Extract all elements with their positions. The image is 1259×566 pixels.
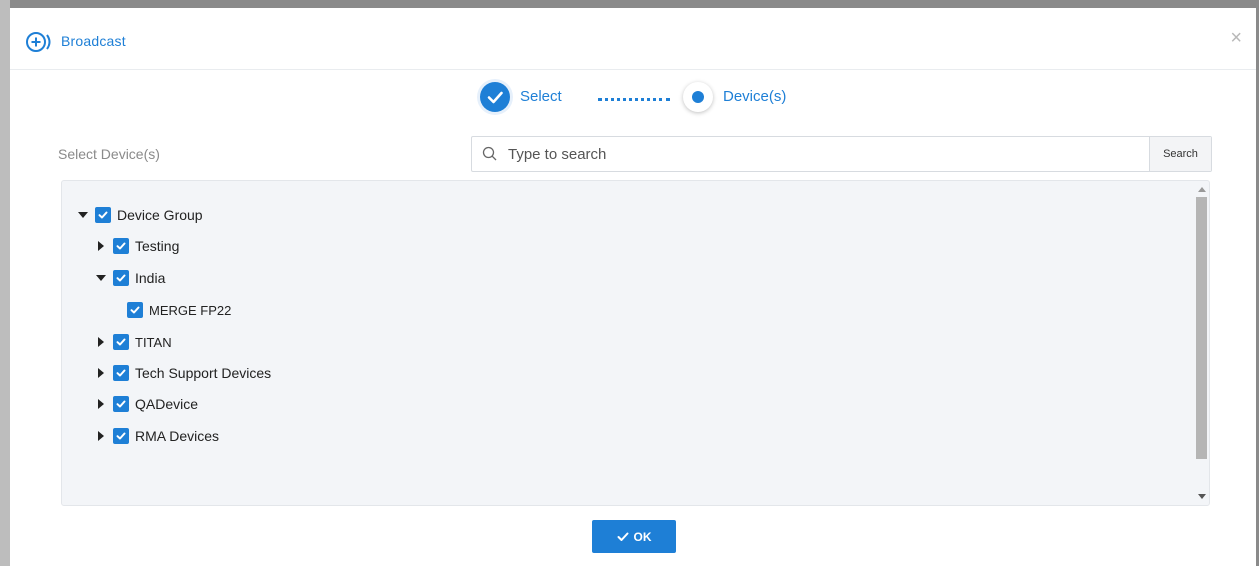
checkbox-checked-icon[interactable] xyxy=(127,302,143,318)
caret-right-icon[interactable] xyxy=(95,367,107,379)
tree-node-tech-support-devices[interactable]: Tech Support Devices xyxy=(95,363,271,383)
scroll-up-icon[interactable] xyxy=(1198,187,1206,192)
checkbox-checked-icon[interactable] xyxy=(113,396,129,412)
caret-down-icon[interactable] xyxy=(95,272,107,284)
tree-node-qadevice[interactable]: QADevice xyxy=(95,394,198,414)
modal-header: Broadcast × xyxy=(10,8,1256,70)
tree-scrollbar[interactable] xyxy=(1196,183,1208,503)
scroll-thumb[interactable] xyxy=(1196,197,1207,459)
caret-right-icon[interactable] xyxy=(95,430,107,442)
broadcast-icon xyxy=(24,30,60,54)
search-box: Search xyxy=(471,136,1212,172)
checkbox-checked-icon[interactable] xyxy=(113,270,129,286)
modal-title: Broadcast xyxy=(61,33,126,49)
select-devices-label: Select Device(s) xyxy=(58,146,160,162)
check-icon xyxy=(617,532,628,541)
tree-node-titan[interactable]: TITAN xyxy=(95,332,172,352)
tree-node-label: Tech Support Devices xyxy=(135,365,272,381)
search-input[interactable] xyxy=(508,137,1138,171)
broadcast-modal: Broadcast × Select Device(s) Select Devi… xyxy=(10,8,1256,566)
caret-down-icon[interactable] xyxy=(77,209,89,221)
caret-right-icon[interactable] xyxy=(95,336,107,348)
tree-node-merge-fp22[interactable]: MERGE FP22 xyxy=(127,300,231,320)
tree-node-label: RMA Devices xyxy=(135,428,220,444)
ok-label: OK xyxy=(633,529,652,544)
tree-node-label: India xyxy=(135,270,166,286)
search-icon xyxy=(482,146,498,162)
scroll-down-icon[interactable] xyxy=(1198,494,1206,499)
tree-node-india[interactable]: India xyxy=(95,268,165,288)
checkbox-checked-icon[interactable] xyxy=(95,207,111,223)
tree-node-label: Device Group xyxy=(117,207,203,223)
caret-right-icon[interactable] xyxy=(95,240,107,252)
search-button[interactable]: Search xyxy=(1149,137,1211,171)
stepper: Select Device(s) xyxy=(480,80,800,120)
checkbox-checked-icon[interactable] xyxy=(113,334,129,350)
close-button[interactable]: × xyxy=(1230,28,1242,48)
caret-right-icon[interactable] xyxy=(95,398,107,410)
checkbox-checked-icon[interactable] xyxy=(113,238,129,254)
page-backdrop xyxy=(0,0,10,566)
step-devices-current-icon xyxy=(683,82,713,112)
tree-node-device-group[interactable]: Device Group xyxy=(77,205,203,225)
tree-node-label: MERGE FP22 xyxy=(149,302,232,318)
step-select-done-icon xyxy=(480,82,510,112)
tree-node-testing[interactable]: Testing xyxy=(95,236,179,256)
device-tree-panel: Device Group Testing India MERGE FP22 TI… xyxy=(61,180,1210,506)
tree-node-label: Testing xyxy=(135,238,180,254)
checkbox-checked-icon[interactable] xyxy=(113,428,129,444)
ok-button[interactable]: OK xyxy=(592,520,676,553)
checkbox-checked-icon[interactable] xyxy=(113,365,129,381)
step-connector xyxy=(598,98,670,101)
tree-node-label: QADevice xyxy=(135,396,199,412)
step-devices-label: Device(s) xyxy=(723,88,787,105)
tree-node-label: TITAN xyxy=(135,334,172,350)
step-select-label: Select xyxy=(520,88,562,105)
tree-node-rma-devices[interactable]: RMA Devices xyxy=(95,426,219,446)
